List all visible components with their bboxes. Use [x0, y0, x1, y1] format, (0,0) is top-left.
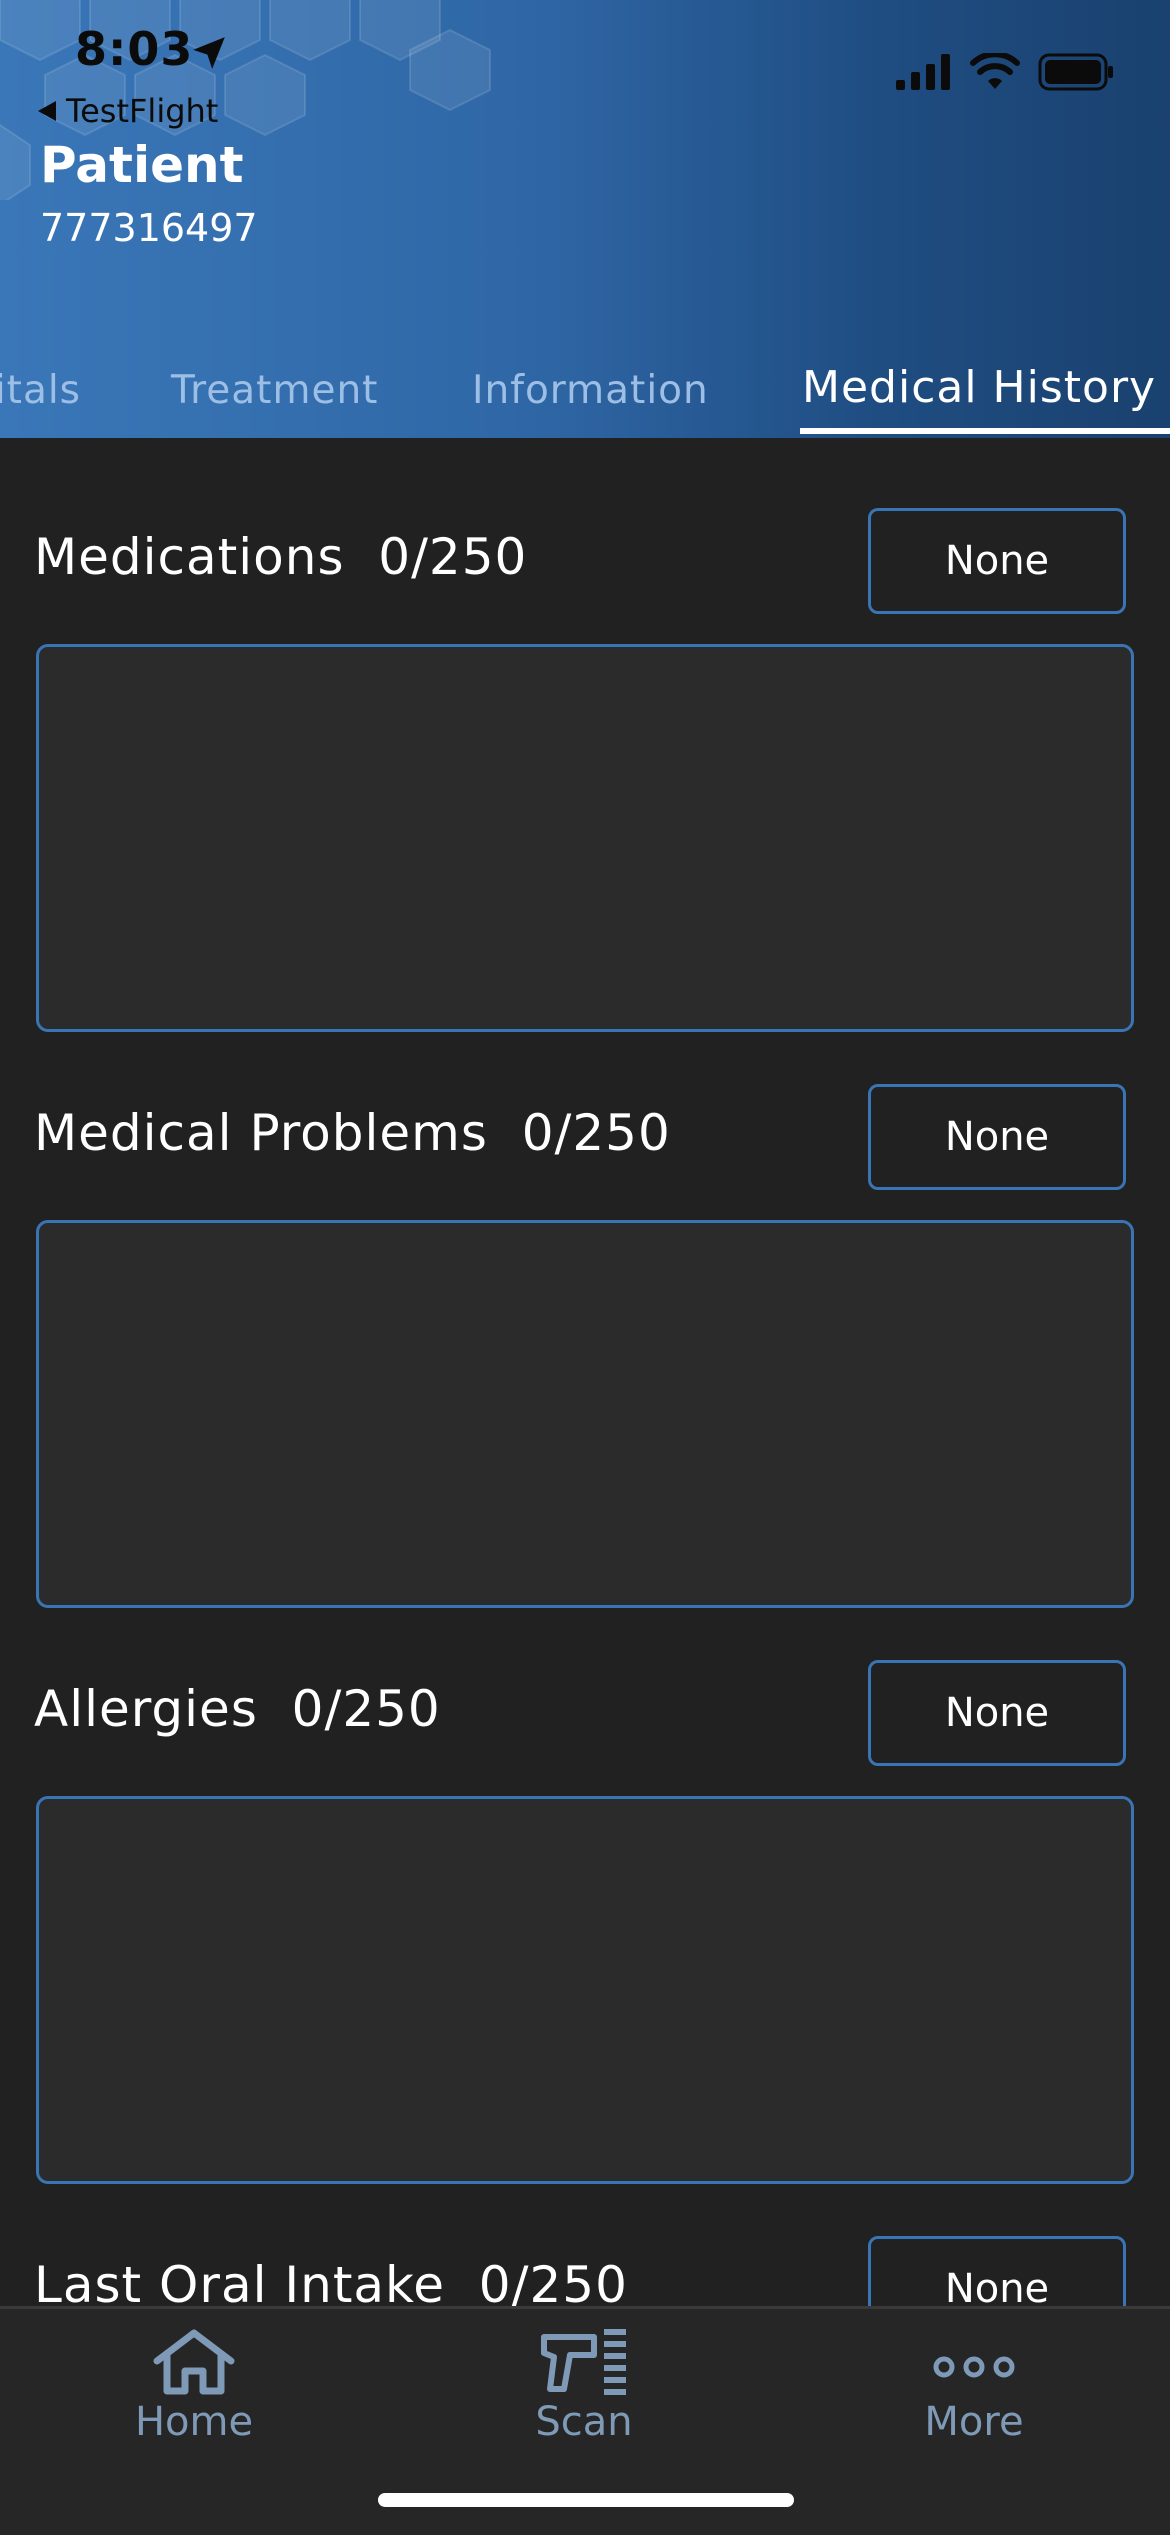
house-icon: [153, 2329, 235, 2395]
tab-treatment[interactable]: Treatment: [171, 368, 378, 413]
status-indicators: [896, 50, 1114, 94]
nav-more[interactable]: More: [854, 2327, 1094, 2445]
allergies-none-button[interactable]: None: [868, 1660, 1126, 1766]
nav-home[interactable]: Home: [74, 2327, 314, 2445]
status-time: 8:03: [75, 22, 194, 76]
app-header: 8:03 TestFlight Patient 777316497 Vitals…: [0, 0, 1170, 438]
wifi-icon: [970, 53, 1020, 89]
active-tab-indicator: [800, 428, 1170, 434]
medical-history-form: Medications 0/250 None Medical Problems …: [0, 438, 1170, 2306]
patient-id: 777316497: [40, 206, 258, 250]
medical-problems-none-button[interactable]: None: [868, 1084, 1126, 1190]
allergies-textarea[interactable]: [36, 1796, 1134, 2184]
nav-scan-label: Scan: [535, 2399, 633, 2445]
nav-scan[interactable]: Scan: [464, 2327, 704, 2445]
battery-icon: [1038, 53, 1113, 91]
nav-more-label: More: [924, 2399, 1024, 2445]
medications-none-button[interactable]: None: [868, 508, 1126, 614]
page-title: Patient: [40, 136, 244, 194]
medications-label: Medications 0/250: [34, 528, 528, 586]
bottom-navigation: Home Scan More: [0, 2306, 1170, 2535]
last-oral-intake-label: Last Oral Intake 0/250: [34, 2256, 628, 2306]
medical-problems-label: Medical Problems 0/250: [34, 1104, 671, 1162]
back-arrow-icon: [38, 101, 56, 121]
last-oral-intake-none-button[interactable]: None: [868, 2236, 1126, 2306]
tab-bar: Vitals Treatment Information Medical His…: [0, 358, 1170, 438]
tab-vitals[interactable]: Vitals: [0, 368, 81, 413]
tab-medical-history[interactable]: Medical History: [802, 362, 1156, 413]
medical-problems-textarea[interactable]: [36, 1220, 1134, 1608]
barcode-scanner-icon: [541, 2329, 626, 2395]
tab-information[interactable]: Information: [472, 368, 709, 413]
location-arrow-icon: [193, 37, 225, 69]
back-link-label: TestFlight: [66, 92, 219, 130]
home-indicator[interactable]: [378, 2493, 794, 2507]
more-dots-icon: [933, 2356, 1015, 2378]
nav-home-label: Home: [134, 2399, 254, 2445]
medications-textarea[interactable]: [36, 644, 1134, 1032]
signal-icon: [896, 54, 950, 90]
allergies-label: Allergies 0/250: [34, 1680, 441, 1738]
back-to-testflight-link[interactable]: TestFlight: [38, 92, 218, 130]
